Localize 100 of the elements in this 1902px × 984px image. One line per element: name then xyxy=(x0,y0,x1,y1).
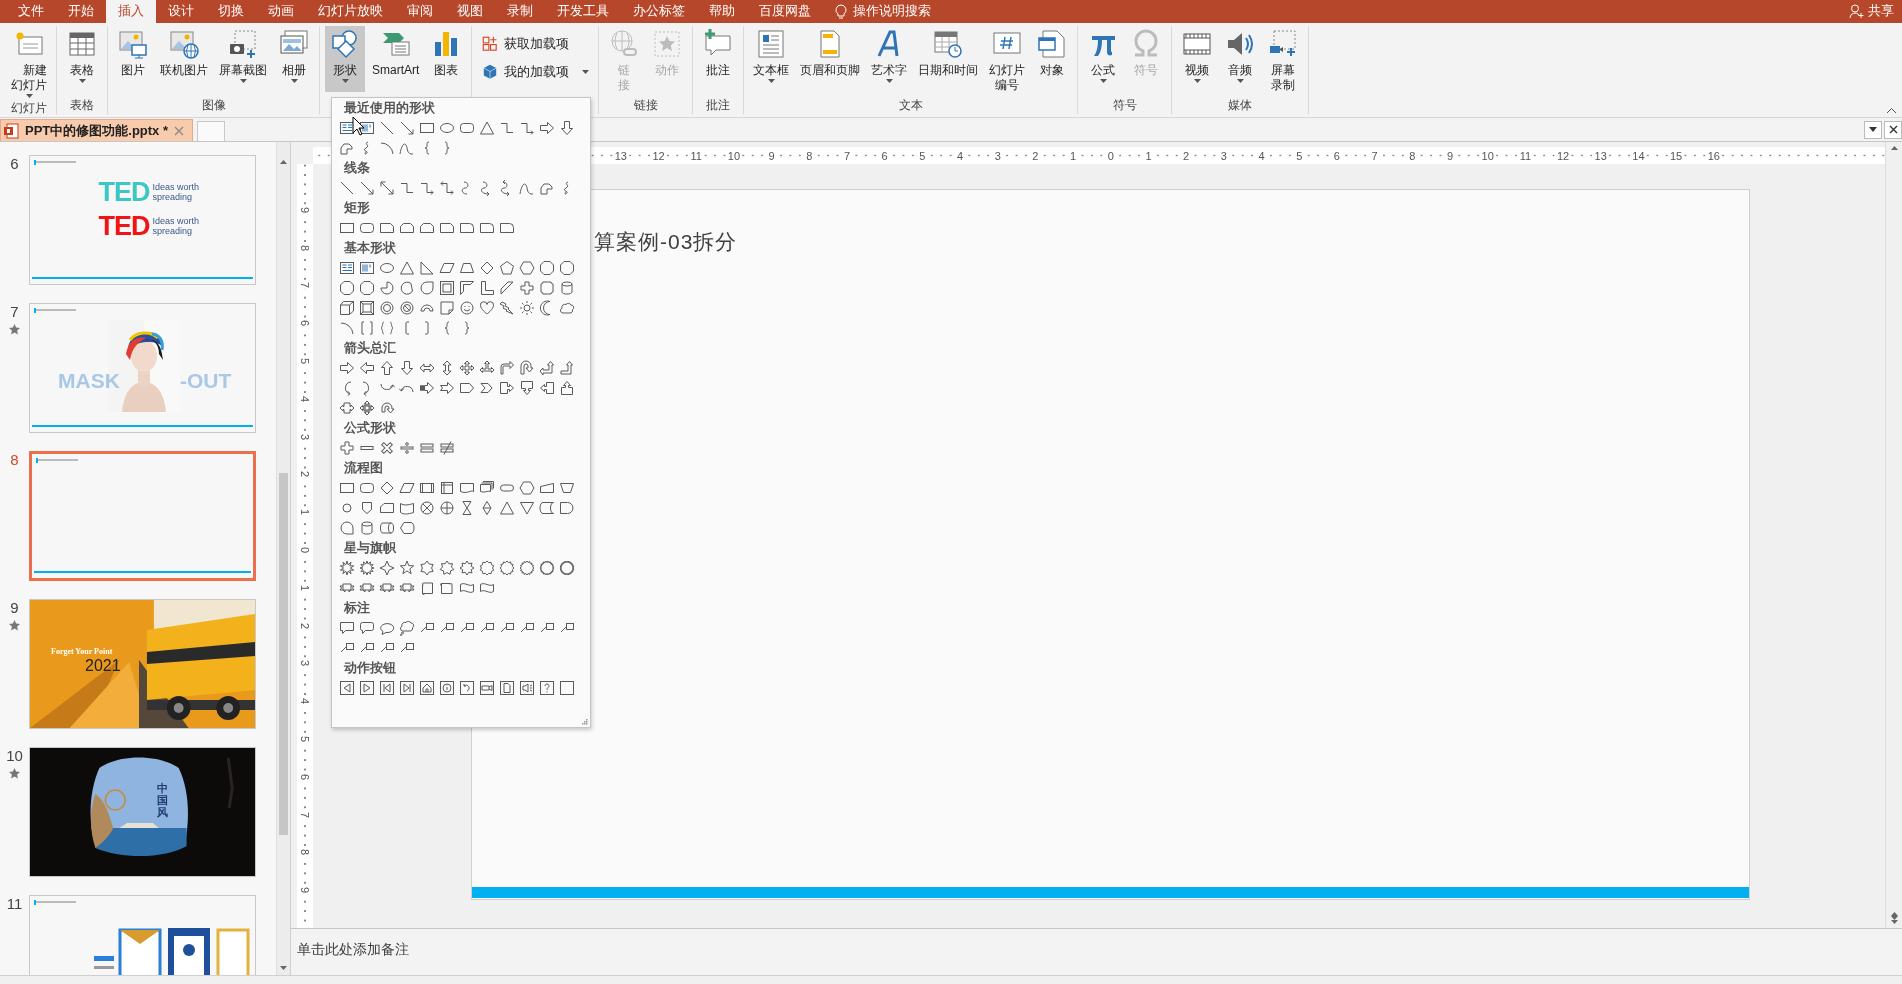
ribbon-tab[interactable]: 视图 xyxy=(445,0,495,23)
photo-album-button[interactable]: 相册 xyxy=(274,26,314,92)
ruler-number: 10 xyxy=(1480,149,1495,162)
ruler-number: 7 xyxy=(1370,149,1379,162)
slide-text: TED xyxy=(98,212,150,240)
ruler-number: 12 xyxy=(651,149,666,162)
video-button[interactable]: 视频 xyxy=(1177,26,1218,92)
tell-me-search[interactable]: 操作说明搜索 xyxy=(853,3,931,20)
ruler-number: 8 xyxy=(299,848,311,857)
ribbon-tab[interactable]: 百度网盘 xyxy=(747,0,823,23)
online-picture-button[interactable]: 联机图片 xyxy=(156,26,212,92)
document-tab[interactable]: PPT中的修图功能.pptx * xyxy=(0,119,193,141)
comment-button[interactable]: 批注 xyxy=(698,26,739,92)
table-button[interactable]: 表格 xyxy=(62,26,102,92)
equation-button[interactable]: 公式 xyxy=(1083,26,1124,92)
my-add-ins-button[interactable]: 我的加载项 xyxy=(477,60,594,84)
section-heading: 标注 xyxy=(344,601,370,615)
section-heading: 流程图 xyxy=(344,461,383,475)
ribbon-tab[interactable]: 录制 xyxy=(495,0,545,23)
section-heading: 箭头总汇 xyxy=(344,341,396,355)
ribbon-tab[interactable]: 办公标签 xyxy=(621,0,697,23)
group-label: 文本 xyxy=(898,98,923,112)
wordart-button[interactable]: 艺术字 xyxy=(867,26,912,92)
ruler-number: 8 xyxy=(805,149,814,162)
audio-button[interactable]: 音频 xyxy=(1220,26,1261,92)
ruler-number: 6 xyxy=(1332,149,1341,162)
ruler-number: 1 xyxy=(1069,149,1078,162)
object-button[interactable]: 对象 xyxy=(1032,26,1073,92)
group-label: 批注 xyxy=(706,98,731,112)
ruler-number: 6 xyxy=(299,772,311,781)
slide-title[interactable]: 算案例-03拆分 xyxy=(594,228,738,256)
header-footer-button[interactable]: 页眉和页脚 xyxy=(796,26,865,92)
ruler-number: 1 xyxy=(299,508,311,517)
slide-thumbnail[interactable]: Forget Your Point 2021 xyxy=(29,599,256,729)
ruler-number: 2 xyxy=(299,470,311,479)
ruler-number: 1 xyxy=(1144,149,1153,162)
ruler-number: 6 xyxy=(299,319,311,328)
slide-text: Forget Your Point xyxy=(51,648,113,656)
shapes-button[interactable]: 形状 xyxy=(325,26,365,92)
ruler-number: 2 xyxy=(299,621,311,630)
ribbon-tab[interactable]: 文件 xyxy=(6,0,56,23)
section-heading: 星与旗帜 xyxy=(344,541,396,555)
ruler-number: 3 xyxy=(299,432,311,441)
ruler-number: 9 xyxy=(767,149,776,162)
ribbon-tab[interactable]: 设计 xyxy=(156,0,206,23)
ruler-number: 5 xyxy=(299,357,311,366)
section-heading: 线条 xyxy=(344,161,370,175)
ribbon-tab[interactable]: 插入 xyxy=(106,0,156,23)
ruler-number: 15 xyxy=(1668,149,1684,162)
slide-number-button[interactable]: 幻灯片编号 xyxy=(985,26,1030,95)
ruler-number: 3 xyxy=(299,659,311,668)
ruler-number: 7 xyxy=(299,281,311,290)
ruler-number: 11 xyxy=(689,149,703,162)
ribbon-tab[interactable]: 帮助 xyxy=(697,0,747,23)
ruler-number: 3 xyxy=(993,149,1002,162)
section-heading: 基本形状 xyxy=(344,241,396,255)
ruler-number: 4 xyxy=(299,394,311,403)
ruler-number: 2 xyxy=(1182,149,1191,162)
ruler-number: 4 xyxy=(955,149,965,162)
slide-thumbnail[interactable]: 中国风 xyxy=(29,747,256,877)
new-slide-button[interactable]: 新建幻灯片 xyxy=(7,26,51,100)
ruler-number: 8 xyxy=(1408,149,1417,162)
group-label: 幻灯片 xyxy=(11,101,47,115)
slide-number: 7 xyxy=(10,303,19,320)
slide-text: 2021 xyxy=(85,658,121,674)
ribbon-tab[interactable]: 审阅 xyxy=(395,0,445,23)
smartart-button[interactable]: SmartArt xyxy=(368,26,424,92)
slide-number: 10 xyxy=(6,747,23,764)
ribbon-tab[interactable]: 幻灯片放映 xyxy=(306,0,395,23)
ribbon-tab[interactable]: 开发工具 xyxy=(545,0,621,23)
ruler-number: 9 xyxy=(1445,149,1455,162)
ruler-number: 11 xyxy=(1518,149,1533,162)
screen-recording-button[interactable]: 屏幕录制 xyxy=(1263,26,1304,95)
slide-number: 6 xyxy=(10,155,19,172)
ruler-number: 6 xyxy=(880,149,889,162)
slide-text: Ideas worth spreading xyxy=(152,182,201,202)
notes-placeholder[interactable]: 单击此处添加备注 xyxy=(297,941,409,957)
share-button[interactable]: 共享 xyxy=(1841,3,1902,20)
slide-text: 中国风 xyxy=(157,782,168,819)
ribbon-tab[interactable]: 切换 xyxy=(206,0,256,23)
slide-text: MASK xyxy=(58,370,120,391)
ruler-number: 1 xyxy=(299,583,311,592)
group-label: 链接 xyxy=(633,98,658,112)
date-time-button[interactable]: 日期和时间 xyxy=(914,26,983,92)
ruler-number: 13 xyxy=(1593,149,1608,162)
get-add-ins-button[interactable]: 获取加载项 xyxy=(477,32,574,56)
ruler-number: 5 xyxy=(1295,149,1304,162)
text-box-button[interactable]: 文本框 xyxy=(749,26,794,92)
ribbon-tab[interactable]: 开始 xyxy=(56,0,106,23)
ruler-number: 9 xyxy=(299,886,311,895)
ruler-number: 0 xyxy=(1106,149,1115,162)
ruler-number: 5 xyxy=(299,735,311,744)
picture-button[interactable]: 图片 xyxy=(113,26,153,92)
ruler-number: 5 xyxy=(918,149,927,162)
ribbon-tab[interactable]: 动画 xyxy=(256,0,306,23)
screenshot-button[interactable]: 屏幕截图 xyxy=(215,26,271,92)
section-heading: 动作按钮 xyxy=(344,661,396,675)
group-label: 媒体 xyxy=(1228,98,1253,112)
slide-number: 9 xyxy=(10,599,19,616)
chart-button[interactable]: 图表 xyxy=(426,26,467,92)
